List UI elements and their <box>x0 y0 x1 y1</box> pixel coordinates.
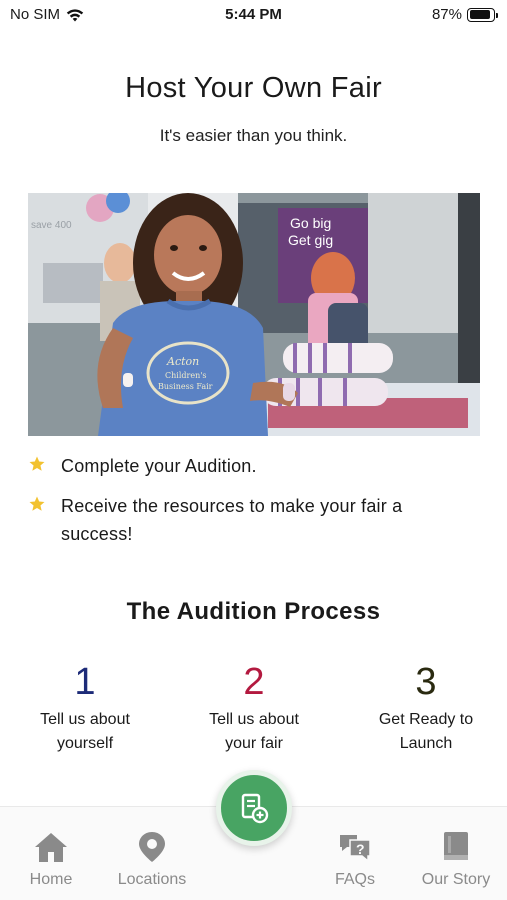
star-icon <box>29 456 45 471</box>
step-label-line: Tell us about <box>209 711 299 728</box>
page-title: Host Your Own Fair <box>125 72 382 104</box>
add-document-icon <box>241 793 269 824</box>
step-label: Get Ready to Launch <box>341 708 507 756</box>
step-number: 2 <box>243 661 265 703</box>
step-label-line: Get Ready to <box>378 711 474 728</box>
book-icon <box>444 832 468 860</box>
step-label-line: Tell us about <box>40 711 130 728</box>
tab-home[interactable]: Home <box>3 831 99 889</box>
tab-locations[interactable]: Locations <box>104 831 200 889</box>
step-number: 1 <box>74 661 96 703</box>
tab-our-story[interactable]: Our Story <box>408 831 504 889</box>
status-bar: No SIM 5:44 PM 87% <box>0 0 507 32</box>
svg-text:?: ? <box>356 841 365 857</box>
chat-question-icon: ? <box>340 835 371 863</box>
shirt-text-1: Acton <box>166 355 199 368</box>
sign-text-2: Get gig <box>288 232 333 248</box>
page-subtitle: It's easier than you think. <box>159 126 348 145</box>
sign-text-1: Go big <box>290 215 331 231</box>
step-label-line: yourself <box>56 735 114 752</box>
shirt-text-3: Business Fair <box>158 382 213 391</box>
shirt-text-2: Children's <box>165 371 207 380</box>
battery-percent: 87% <box>431 6 462 23</box>
status-right: 87% <box>431 6 498 23</box>
step-number: 3 <box>415 661 437 703</box>
step-label-line: Launch <box>399 735 453 752</box>
step-2: 2 Tell us about your fair <box>169 660 339 756</box>
store-text: save 400 <box>31 220 72 231</box>
bullet-text: Receive the resources to make your fair … <box>61 496 403 544</box>
step-3: 3 Get Ready to Launch <box>341 660 507 756</box>
tab-label: Home <box>29 871 73 888</box>
status-time: 5:44 PM <box>225 6 282 23</box>
home-icon <box>35 833 67 862</box>
tab-label: Locations <box>117 871 187 888</box>
photo-icon: Go big Get gig save 400 Acton Children's… <box>28 193 480 436</box>
add-audition-button[interactable] <box>216 770 292 846</box>
tab-label: Our Story <box>421 871 491 888</box>
list-item: Complete your Audition. <box>28 452 478 480</box>
step-label: Tell us about your fair <box>169 708 339 756</box>
battery-icon <box>467 7 498 22</box>
bullet-text: Complete your Audition. <box>61 456 257 476</box>
step-label: Tell us about yourself <box>0 708 170 756</box>
tab-faqs[interactable]: ? FAQs <box>307 831 403 889</box>
hero-photo: Go big Get gig save 400 Acton Children's… <box>28 193 480 436</box>
process-steps: 1 Tell us about yourself 2 Tell us about… <box>0 660 507 760</box>
benefits-list: Complete your Audition. Receive the reso… <box>28 452 478 560</box>
list-item: Receive the resources to make your fair … <box>28 492 478 548</box>
process-title: The Audition Process <box>126 598 381 625</box>
star-icon <box>29 496 45 511</box>
tab-label: FAQs <box>334 871 375 888</box>
location-pin-icon <box>139 832 165 862</box>
step-1: 1 Tell us about yourself <box>0 660 170 756</box>
step-label-line: your fair <box>225 735 283 752</box>
battery-fill <box>469 10 490 19</box>
